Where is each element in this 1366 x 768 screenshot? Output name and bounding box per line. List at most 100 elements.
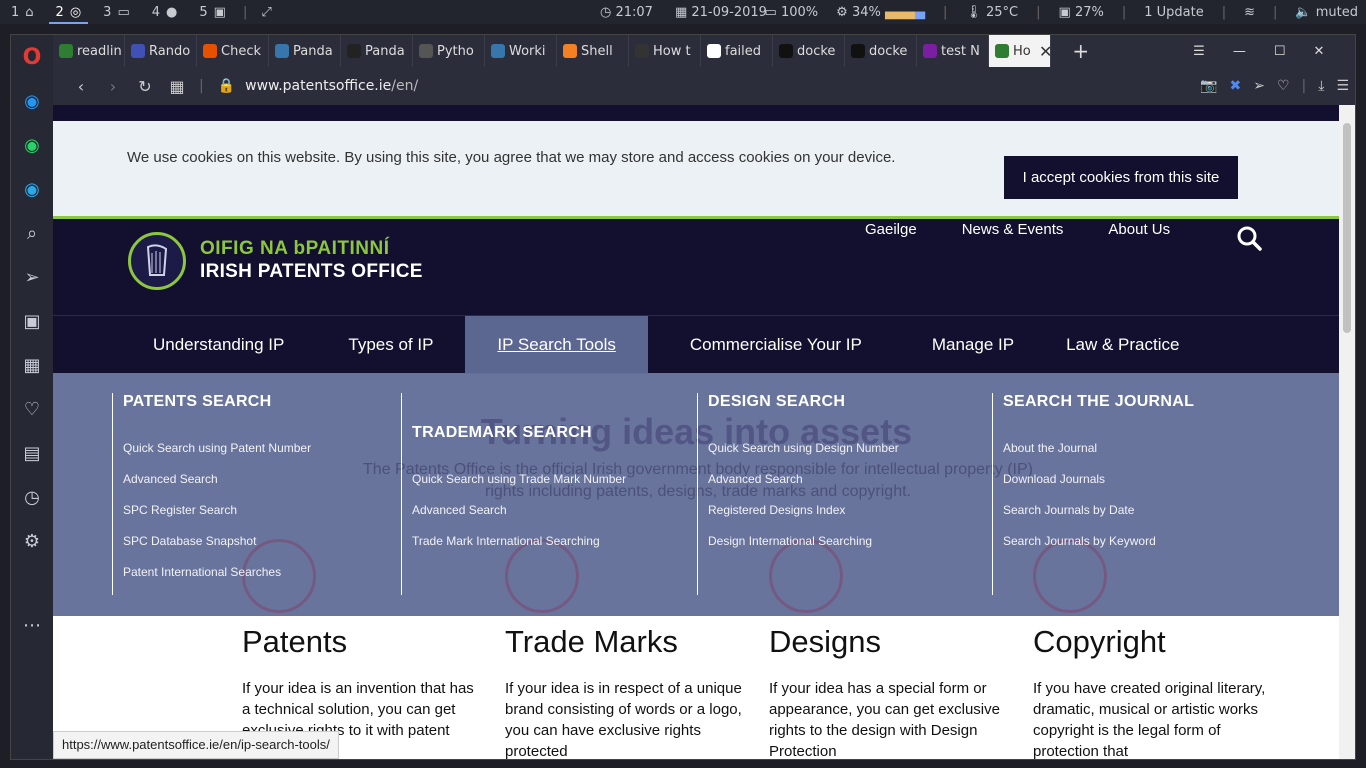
messenger-icon[interactable]: ◉ bbox=[11, 79, 53, 123]
browser-tab[interactable]: Shell bbox=[557, 35, 629, 67]
menu-link[interactable]: Registered Designs Index bbox=[708, 503, 993, 534]
maximize-icon[interactable]: ☐ bbox=[1274, 44, 1286, 59]
workspace-3[interactable]: 3 ▭ bbox=[92, 0, 141, 24]
send-page-icon[interactable]: ➢ bbox=[1253, 78, 1265, 94]
nav-ip-search-tools[interactable]: IP Search Tools bbox=[465, 316, 648, 374]
menu-heading[interactable]: PATENTS SEARCH bbox=[123, 393, 402, 411]
browser-tab[interactable]: Rando bbox=[125, 35, 197, 67]
wallet-icon[interactable]: ▣ bbox=[11, 299, 53, 343]
new-tab-button[interactable]: + bbox=[1072, 39, 1089, 63]
reload-icon[interactable]: ↻ bbox=[129, 70, 161, 102]
link-gaeilge[interactable]: Gaeilge bbox=[865, 221, 917, 238]
easy-setup-icon[interactable]: ☰ bbox=[1336, 78, 1349, 94]
forward-icon[interactable]: › bbox=[97, 70, 129, 102]
volume[interactable]: 🔈 muted bbox=[1295, 5, 1358, 20]
fullscreen-icon[interactable]: ⤢ bbox=[261, 5, 271, 20]
menu-link[interactable]: Search Journals by Keyword bbox=[1003, 534, 1272, 565]
card-title[interactable]: Copyright bbox=[1033, 624, 1273, 660]
nav-law-practice[interactable]: Law & Practice bbox=[1044, 316, 1201, 374]
telegram-icon[interactable]: ◉ bbox=[11, 167, 53, 211]
whatsapp-icon[interactable]: ◉ bbox=[11, 123, 53, 167]
wifi-icon[interactable]: ≋ bbox=[1244, 5, 1255, 20]
workspace-1[interactable]: 1 ⌂ bbox=[0, 0, 45, 24]
menu-link[interactable]: Advanced Search bbox=[123, 472, 402, 503]
browser-tab[interactable]: readlin bbox=[53, 35, 125, 67]
menu-link[interactable]: SPC Register Search bbox=[123, 503, 402, 534]
card-title[interactable]: Trade Marks bbox=[505, 624, 745, 660]
minimize-icon[interactable]: — bbox=[1233, 44, 1246, 59]
tab-menu-icon[interactable]: ☰ bbox=[1193, 44, 1205, 59]
menu-link[interactable]: About the Journal bbox=[1003, 441, 1272, 472]
card-title[interactable]: Patents bbox=[242, 624, 482, 660]
search-icon[interactable] bbox=[1236, 225, 1262, 251]
settings-icon[interactable]: ⚙ bbox=[11, 519, 53, 563]
volume-text: muted bbox=[1315, 4, 1358, 20]
menu-link[interactable]: Search Journals by Date bbox=[1003, 503, 1272, 534]
news-icon[interactable]: ▤ bbox=[11, 431, 53, 475]
harp-logo-icon[interactable] bbox=[128, 232, 186, 290]
temperature-text: 25°C bbox=[986, 4, 1019, 20]
menu-link[interactable]: Download Journals bbox=[1003, 472, 1272, 503]
workspace-4[interactable]: 4 ● bbox=[141, 0, 189, 24]
menu-heading[interactable]: TRADEMARK SEARCH bbox=[412, 424, 697, 442]
workspace-2[interactable]: 2 ◎ bbox=[45, 0, 93, 24]
browser-tab[interactable]: docke bbox=[773, 35, 845, 67]
page-scrollbar[interactable] bbox=[1339, 105, 1355, 759]
updates[interactable]: 1 Update bbox=[1144, 5, 1203, 20]
browser-tab[interactable]: test N bbox=[917, 35, 989, 67]
grid-icon[interactable]: ▦ bbox=[11, 343, 53, 387]
menu-link[interactable]: Advanced Search bbox=[412, 503, 697, 534]
download-icon[interactable]: ⤓ bbox=[1318, 78, 1324, 94]
browser-tab[interactable]: Panda bbox=[269, 35, 341, 67]
workspace-number: 5 bbox=[199, 4, 208, 20]
history-icon[interactable]: ◷ bbox=[11, 475, 53, 519]
workspace-number: 1 bbox=[11, 4, 20, 20]
browser-tab[interactable]: failed bbox=[701, 35, 773, 67]
nav-types-of-ip[interactable]: Types of IP bbox=[306, 316, 465, 374]
link-about-us[interactable]: About Us bbox=[1108, 221, 1170, 238]
send-icon[interactable]: ➢ bbox=[11, 255, 53, 299]
menu-link[interactable]: Quick Search using Trade Mark Number bbox=[412, 472, 697, 503]
close-window-icon[interactable]: ✕ bbox=[1313, 44, 1324, 59]
menu-link[interactable]: Advanced Search bbox=[708, 472, 993, 503]
url-field[interactable]: www.patentsoffice.ie/en/ bbox=[245, 78, 418, 94]
logo-irish-text[interactable]: OIFIG NA bPAITINNÍ bbox=[200, 238, 390, 260]
scrollbar-thumb[interactable] bbox=[1343, 123, 1351, 333]
menu-link[interactable]: Patent International Searches bbox=[123, 565, 402, 596]
nav-commercialise-ip[interactable]: Commercialise Your IP bbox=[648, 316, 898, 374]
menu-heading[interactable]: SEARCH THE JOURNAL bbox=[1003, 393, 1272, 411]
card-title[interactable]: Designs bbox=[769, 624, 1009, 660]
camera-icon[interactable]: 📷 bbox=[1200, 78, 1217, 94]
back-icon[interactable]: ‹ bbox=[65, 70, 97, 102]
accept-cookies-button[interactable]: I accept cookies from this site bbox=[1004, 156, 1238, 199]
lock-icon[interactable]: 🔒 bbox=[218, 78, 235, 94]
logo-english-text[interactable]: IRISH PATENTS OFFICE bbox=[200, 261, 423, 283]
browser-tab[interactable]: docke bbox=[845, 35, 917, 67]
menu-link[interactable]: Quick Search using Patent Number bbox=[123, 441, 402, 472]
menu-link[interactable]: Design International Searching bbox=[708, 534, 993, 565]
tab-favicon-icon bbox=[491, 44, 505, 58]
close-tab-icon[interactable]: ✕ bbox=[1039, 42, 1052, 61]
nav-manage-ip[interactable]: Manage IP bbox=[898, 316, 1044, 374]
adblock-icon[interactable]: ✖ bbox=[1229, 78, 1241, 94]
menu-link[interactable]: Quick Search using Design Number bbox=[708, 441, 993, 472]
bookmark-heart-icon[interactable]: ♡ bbox=[1277, 78, 1290, 94]
heart-icon[interactable]: ♡ bbox=[11, 387, 53, 431]
nav-understanding-ip[interactable]: Understanding IP bbox=[131, 316, 306, 374]
browser-tab[interactable]: How t bbox=[629, 35, 701, 67]
browser-tab[interactable]: Pytho bbox=[413, 35, 485, 67]
more-icon[interactable]: ⋯ bbox=[11, 603, 53, 647]
speed-dial-icon[interactable]: ▦ bbox=[161, 70, 193, 102]
browser-tab[interactable]: Check bbox=[197, 35, 269, 67]
browser-tab[interactable]: Worki bbox=[485, 35, 557, 67]
link-news-events[interactable]: News & Events bbox=[962, 221, 1064, 238]
menu-link[interactable]: SPC Database Snapshot bbox=[123, 534, 402, 565]
opera-logo-icon[interactable]: O bbox=[11, 35, 53, 79]
menu-link[interactable]: Trade Mark International Searching bbox=[412, 534, 697, 565]
home-icon: ⌂ bbox=[25, 4, 34, 20]
search-icon[interactable]: ⌕ bbox=[11, 211, 53, 255]
workspace-5[interactable]: 5 ▣ bbox=[188, 0, 237, 24]
menu-heading[interactable]: DESIGN SEARCH bbox=[708, 393, 993, 411]
browser-tab[interactable]: Panda bbox=[341, 35, 413, 67]
tab-label: test N bbox=[941, 43, 980, 59]
